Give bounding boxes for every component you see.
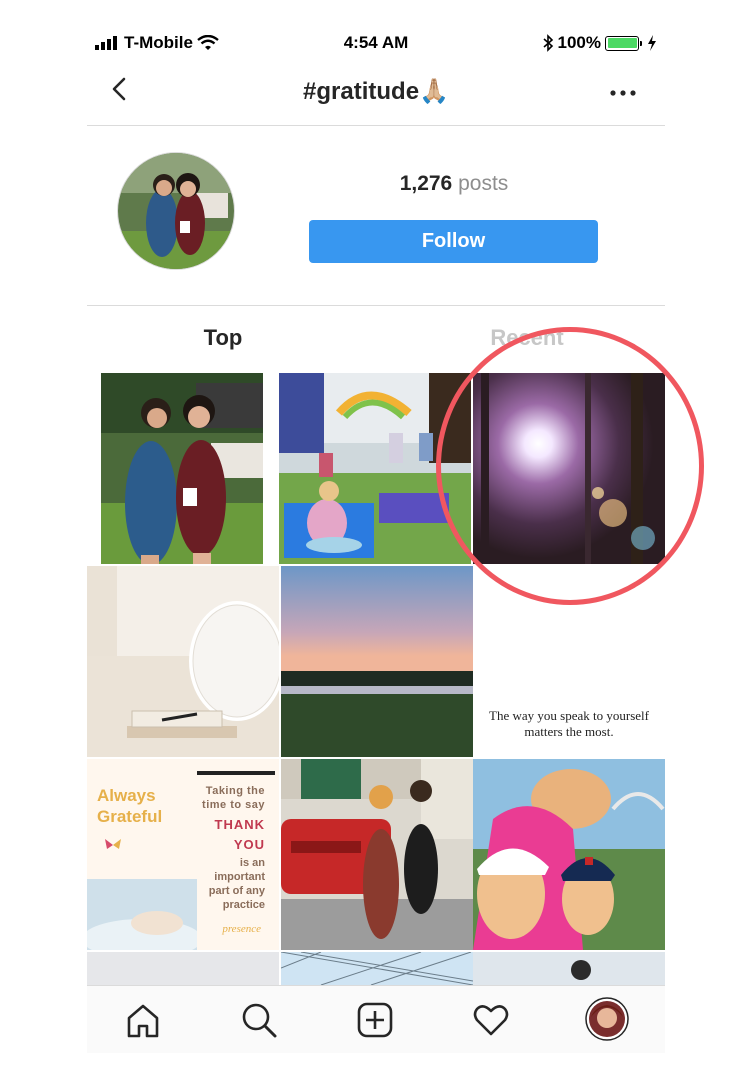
highlight-circle (436, 327, 704, 605)
grid-post-row4-right[interactable] (473, 952, 665, 985)
grid-post-cozy-sofa[interactable] (87, 566, 279, 757)
heart-icon[interactable] (471, 1000, 511, 1040)
tab-top[interactable]: Top (199, 325, 247, 351)
grid-post-selfie[interactable] (473, 759, 665, 950)
profile-avatar[interactable] (585, 997, 629, 1041)
grateful-tail-1: is an (239, 857, 265, 869)
grateful-thank: THANK (214, 817, 265, 832)
hashtag-avatar[interactable] (117, 152, 235, 270)
grateful-heading: Always Grateful (97, 786, 163, 826)
status-right: 100% (542, 33, 657, 53)
battery-icon (605, 35, 642, 51)
home-icon[interactable] (123, 1000, 163, 1040)
battery-percent: 100% (557, 33, 601, 52)
nav-header: #gratitude🙏🏼 (87, 61, 665, 126)
grateful-you: YOU (233, 837, 265, 852)
grid-post-friends[interactable] (101, 373, 263, 564)
grateful-body-1: Taking the (205, 785, 265, 797)
post-count-value: 1,276 (399, 172, 453, 195)
charging-icon (648, 35, 656, 51)
presence-logo: presence (222, 923, 261, 935)
bluetooth-icon (542, 34, 553, 52)
butterfly-icon (105, 839, 121, 849)
follow-button[interactable]: Follow (309, 220, 598, 263)
grid-post-couple-car[interactable] (281, 759, 473, 950)
card-rule (197, 771, 275, 775)
quote-text: The way you speak to yourself matters th… (489, 708, 649, 739)
add-post-icon[interactable] (355, 1000, 395, 1040)
divider (87, 305, 665, 306)
grateful-body-2: time to say (202, 799, 265, 811)
grateful-tail-4: practice (222, 899, 265, 911)
status-bar: T-Mobile 4:54 AM 100% (87, 27, 665, 61)
page-title: #gratitude🙏🏼 (303, 78, 449, 105)
grateful-tail-3: part of any (208, 885, 265, 897)
grateful-tail-2: important (214, 871, 265, 883)
bottom-nav (87, 985, 665, 1053)
grid-post-row4-left[interactable] (87, 952, 279, 985)
post-count-label: posts (458, 172, 509, 195)
grid-post-sunset-lake[interactable] (281, 566, 473, 757)
meditation-figure (87, 879, 197, 950)
more-icon[interactable] (603, 71, 643, 107)
search-icon[interactable] (239, 1000, 279, 1040)
grid-post-row4-middle[interactable] (281, 952, 473, 985)
post-count: 1,276 posts (309, 172, 599, 196)
grid-post-always-grateful[interactable]: Always Grateful Taking the time to say T… (87, 759, 279, 950)
